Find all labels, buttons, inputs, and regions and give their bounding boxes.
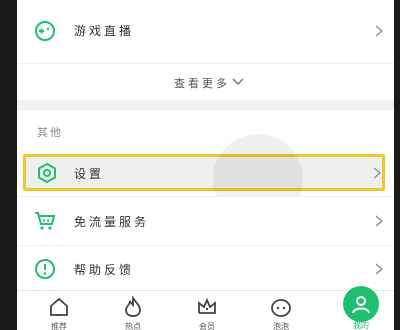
game-controller-icon	[35, 21, 55, 41]
flame-icon	[125, 296, 141, 317]
phone-frame: 游戏直播 查看更多 其他 设置 免流量服务 帮助反馈 推荐 热点 会员 泡泡 我…	[0, 0, 400, 330]
home-icon	[50, 297, 68, 316]
chevron-right-icon	[375, 215, 384, 227]
chevron-right-icon	[375, 25, 384, 37]
tab-me-label: 我的	[353, 321, 369, 330]
crown-icon	[198, 297, 216, 314]
tab-hot[interactable]: 热点	[103, 291, 163, 330]
tab-bubble[interactable]: 泡泡	[251, 291, 311, 330]
see-more-label: 查看更多	[174, 77, 230, 90]
chevron-right-icon	[375, 263, 384, 275]
menu-item-help-feedback[interactable]: 帮助反馈	[17, 246, 394, 290]
cart-icon	[35, 212, 56, 230]
bubble-face-icon	[271, 299, 291, 317]
tab-label: 泡泡	[273, 322, 289, 330]
menu-item-free-data-service[interactable]: 免流量服务	[17, 197, 394, 245]
chevron-right-icon	[373, 167, 382, 179]
menu-item-game-live[interactable]: 游戏直播	[17, 0, 394, 63]
settings-hexagon-icon	[38, 162, 56, 184]
see-more-button[interactable]: 查看更多	[17, 64, 394, 100]
settings-label: 设置	[74, 167, 105, 181]
section-header	[17, 110, 394, 150]
tab-recommend[interactable]: 推荐	[29, 291, 89, 330]
tab-member[interactable]: 会员	[177, 291, 237, 330]
section-title: 其他	[37, 126, 63, 139]
tab-me-active-bubble[interactable]	[343, 286, 379, 322]
menu-item-label: 免流量服务	[74, 215, 150, 229]
tab-label: 热点	[125, 322, 141, 330]
profile-icon	[352, 296, 370, 314]
menu-item-label: 帮助反馈	[74, 263, 135, 277]
chevron-down-icon	[232, 78, 244, 86]
tab-label: 推荐	[51, 322, 67, 330]
help-info-icon	[35, 259, 55, 279]
menu-item-label: 游戏直播	[74, 24, 135, 38]
app-screen: 游戏直播 查看更多 其他 设置 免流量服务 帮助反馈 推荐 热点 会员 泡泡 我…	[17, 0, 394, 330]
tab-label: 会员	[199, 322, 215, 330]
